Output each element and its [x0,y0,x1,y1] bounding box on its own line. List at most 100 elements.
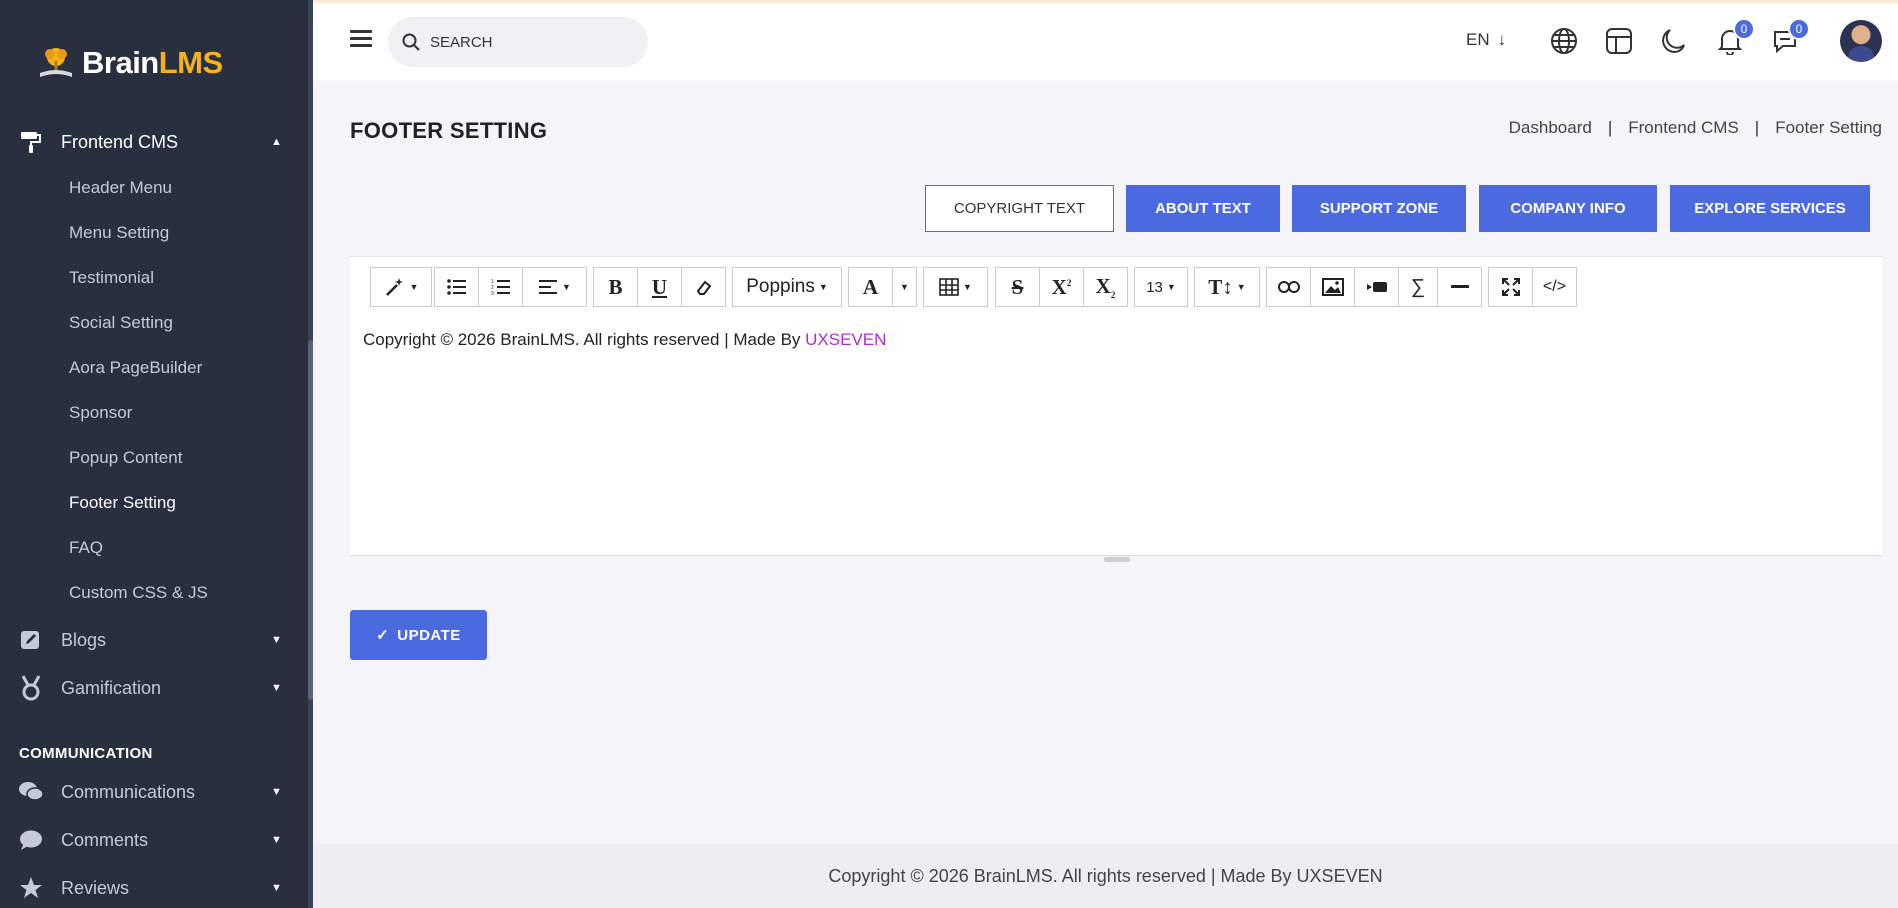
tab-about-text[interactable]: ABOUT TEXT [1126,185,1280,232]
notifications-bell-icon[interactable]: 0 [1714,18,1755,57]
language-selector[interactable]: EN ↓ [1466,30,1506,50]
paragraph-align-button[interactable]: ▼ [522,267,587,307]
video-button[interactable] [1354,267,1399,307]
sidebar-item-label: Blogs [61,629,107,650]
sidebar-item-label: Gamification [61,677,162,698]
line-height-button[interactable]: T↕ ▼ [1194,267,1260,307]
superscript-button[interactable]: X2 [1039,267,1084,307]
sidebar-item-blogs[interactable]: Blogs ▼ [0,620,308,660]
sidebar-item-gamification[interactable]: Gamification ▼ [0,668,308,708]
font-color-dropdown[interactable]: ▼ [892,267,917,307]
style-magic-button[interactable]: ▼ [370,267,432,307]
bold-button[interactable]: B [593,267,638,307]
code-view-button[interactable]: </> [1532,267,1577,307]
arrow-down-icon: ↓ [1497,30,1507,49]
hamburger-menu-icon[interactable] [350,30,372,48]
search-input[interactable] [430,33,630,51]
clear-format-button[interactable] [681,267,726,307]
sidebar-item-testimonial[interactable]: Testimonial [69,268,154,288]
table-icon [939,278,959,296]
strikethrough-icon: S [1011,274,1024,299]
sidebar-item-frontend-cms[interactable]: Frontend CMS ▲ [0,122,308,162]
section-heading-communication: COMMUNICATION [19,745,153,762]
breadcrumb-dashboard[interactable]: Dashboard [1509,118,1592,138]
star-icon [18,875,44,901]
superscript-icon: X2 [1051,274,1072,299]
sidebar-item-social-setting[interactable]: Social Setting [69,313,173,333]
sidebar-item-faq[interactable]: FAQ [69,538,103,558]
strikethrough-button[interactable]: S [995,267,1040,307]
editor-brand-link[interactable]: UXSEVEN [805,330,886,349]
fullscreen-button[interactable] [1488,267,1533,307]
link-icon [1277,281,1300,293]
bullet-list-button[interactable] [434,267,479,307]
table-button[interactable]: ▼ [923,267,988,307]
subscript-button[interactable]: X2 [1083,267,1128,307]
layout-icon[interactable] [1603,25,1635,57]
breadcrumb-frontend-cms[interactable]: Frontend CMS [1628,118,1739,138]
editor-resize-handle[interactable] [1104,557,1130,562]
editor-content[interactable]: Copyright © 2026 BrainLMS. All rights re… [363,330,886,350]
caret-up-icon: ▲ [271,136,282,148]
sidebar-item-sponsor[interactable]: Sponsor [69,403,132,423]
brand-logo[interactable]: BrainLMS [36,38,223,88]
sidebar-item-aora-pagebuilder[interactable]: Aora PageBuilder [69,358,202,378]
breadcrumb: Dashboard | Frontend CMS | Footer Settin… [1509,118,1882,138]
svg-text:3: 3 [491,291,494,296]
align-left-icon [539,280,558,294]
search-box[interactable] [388,17,648,67]
code-icon: </> [1542,278,1567,295]
caret-down-icon: ▼ [271,834,282,846]
font-color-button[interactable]: A [848,267,893,307]
user-avatar[interactable] [1840,20,1882,62]
underline-button[interactable]: U [637,267,682,307]
tab-explore-services[interactable]: EXPLORE SERVICES [1670,185,1870,232]
caret-down-icon: ▼ [271,682,282,694]
underline-icon: U [651,274,668,299]
tab-support-zone[interactable]: SUPPORT ZONE [1292,185,1466,232]
messages-count-badge: 0 [1788,18,1810,40]
breadcrumb-footer-setting: Footer Setting [1775,118,1882,137]
update-button[interactable]: ✓ UPDATE [350,610,487,660]
sidebar: BrainLMS Frontend CMS ▲ Header Menu Menu… [0,0,313,908]
tab-company-info[interactable]: COMPANY INFO [1479,185,1657,232]
font-size-select[interactable]: 13 ▼ [1134,267,1188,307]
bullet-list-icon [446,279,466,295]
update-button-label: UPDATE [397,626,461,644]
sidebar-item-popup-content[interactable]: Popup Content [69,448,182,468]
sidebar-item-menu-setting[interactable]: Menu Setting [69,223,169,243]
caret-down-icon: ▼ [271,634,282,646]
link-button[interactable] [1266,267,1311,307]
image-icon [1321,278,1344,296]
page-footer: Copyright © 2026 BrainLMS. All rights re… [313,844,1898,908]
sidebar-item-header-menu[interactable]: Header Menu [69,178,172,198]
font-family-select[interactable]: Poppins ▼ [732,267,842,307]
horizontal-rule-button[interactable] [1437,267,1482,307]
sidebar-item-custom-css-js[interactable]: Custom CSS & JS [69,583,208,603]
tab-copyright-text[interactable]: COPYRIGHT TEXT [925,185,1114,232]
language-code: EN [1466,30,1490,49]
moon-icon[interactable] [1658,25,1690,57]
sidebar-item-footer-setting[interactable]: Footer Setting [69,493,176,513]
footer-copyright: Copyright © 2026 BrainLMS. All rights re… [828,865,1383,886]
image-button[interactable] [1310,267,1355,307]
sigma-icon: ∑ [1410,275,1426,298]
numbered-list-button[interactable]: 123 [478,267,523,307]
caret-down-icon: ▼ [271,882,282,894]
font-size-value: 13 [1146,278,1163,296]
edit-square-icon [18,627,44,653]
subscript-icon: X2 [1095,273,1116,301]
sidebar-item-communications[interactable]: Communications ▼ [0,772,308,812]
video-icon [1366,282,1387,292]
comment-icon [18,827,44,853]
sidebar-item-reviews[interactable]: Reviews ▼ [0,868,308,908]
notifications-count-badge: 0 [1733,18,1755,40]
paint-roller-icon [18,129,44,155]
sidebar-item-label: Comments [61,829,149,850]
math-button[interactable]: ∑ [1398,267,1438,307]
messages-icon[interactable]: 0 [1769,18,1810,57]
sidebar-item-comments[interactable]: Comments ▼ [0,820,308,860]
globe-icon[interactable] [1548,25,1580,57]
brain-tree-icon [40,48,72,77]
sidebar-scrollbar-thumb[interactable] [308,340,313,700]
